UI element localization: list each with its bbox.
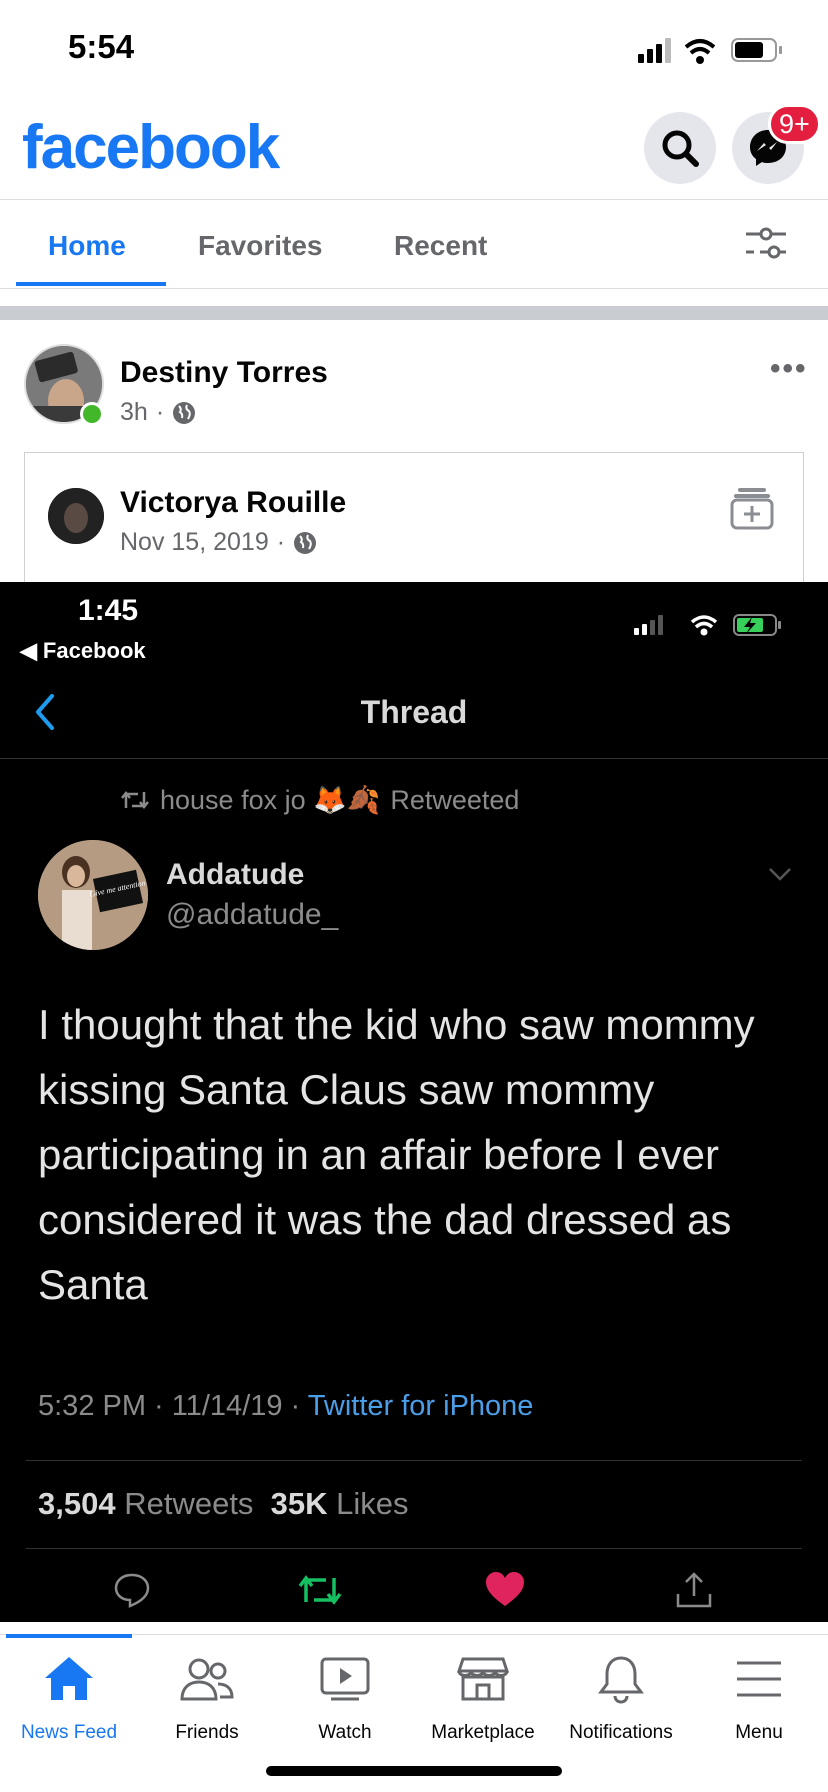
divider <box>0 758 828 759</box>
back-app-label: Facebook <box>42 638 146 663</box>
more-options-icon[interactable]: ••• <box>770 352 808 386</box>
globe-icon <box>294 531 317 554</box>
divider <box>26 1548 802 1549</box>
like-count: 35K <box>270 1486 328 1521</box>
online-status-dot <box>80 402 104 426</box>
battery-icon <box>731 38 782 62</box>
shared-avatar[interactable] <box>48 488 104 544</box>
retweet-icon <box>298 1575 342 1605</box>
retweeter-name: house fox jo 🦊🍂 <box>160 785 381 815</box>
divider <box>0 199 828 200</box>
separator-dot: · <box>276 528 286 556</box>
messenger-badge: 9+ <box>768 104 821 144</box>
retweet-icon <box>121 790 149 810</box>
tweet-text: I thought that the kid who saw mommy kis… <box>38 1001 755 1308</box>
menu-icon <box>737 1661 781 1697</box>
tweet-avatar: Give me attention <box>38 840 148 950</box>
shared-author-name[interactable]: Victorya Rouille <box>120 486 346 520</box>
watch-icon <box>320 1657 370 1701</box>
shared-post-date: Nov 15, 2019 <box>120 528 269 556</box>
add-to-collection-icon[interactable] <box>730 486 774 530</box>
tweet-stats: 3,504 Retweets 35K Likes <box>38 1486 409 1522</box>
bell-icon <box>598 1656 644 1704</box>
divider <box>26 1460 802 1461</box>
divider <box>0 288 828 289</box>
tweet-author-name: Addatude <box>166 858 305 891</box>
tab-favorites[interactable]: Favorites <box>198 230 323 262</box>
post-time: 3h <box>120 398 148 426</box>
search-button[interactable] <box>644 112 716 184</box>
retweet-count-label: Retweets <box>124 1486 254 1521</box>
nav-label: Marketplace <box>431 1722 535 1743</box>
image-status-time: 1:45 <box>78 594 139 627</box>
active-nav-indicator <box>6 1634 132 1638</box>
nav-label: Menu <box>735 1722 783 1743</box>
tab-home[interactable]: Home <box>48 230 126 262</box>
status-time: 5:54 <box>68 28 135 65</box>
nav-label: News Feed <box>20 1722 118 1743</box>
post-meta: 3h · <box>120 398 196 427</box>
retweeted-label: Retweeted <box>390 784 520 815</box>
facebook-logo[interactable]: facebook <box>22 112 280 183</box>
shared-post-meta: Nov 15, 2019 · <box>120 528 317 557</box>
wifi-icon <box>684 39 716 64</box>
tweet-author-handle: @addatude_ <box>166 898 339 931</box>
post-image[interactable]: 1:45 ◀ Facebook Thread house fox jo 🦊🍂 R… <box>0 582 828 1622</box>
feed-separator <box>0 306 828 320</box>
filter-icon[interactable] <box>744 226 788 262</box>
nav-news-feed[interactable]: News Feed <box>0 1650 138 1744</box>
nav-watch[interactable]: Watch <box>276 1650 414 1744</box>
search-icon <box>662 130 699 167</box>
status-icons <box>638 38 782 64</box>
poster-name[interactable]: Destiny Torres <box>120 356 328 390</box>
nav-label: Friends <box>175 1722 239 1743</box>
tab-recent[interactable]: Recent <box>394 230 487 262</box>
nav-notifications[interactable]: Notifications <box>552 1650 690 1744</box>
friends-icon <box>180 1658 234 1701</box>
active-tab-indicator <box>16 282 166 286</box>
nav-label: Notifications <box>569 1722 673 1743</box>
retweeted-by-row: house fox jo 🦊🍂 Retweeted <box>120 784 519 816</box>
image-status-icons <box>634 614 781 636</box>
marketplace-icon <box>457 1657 509 1701</box>
like-count-label: Likes <box>336 1486 409 1521</box>
thread-title: Thread <box>360 694 468 730</box>
back-to-app-link: ◀ Facebook <box>20 638 146 664</box>
globe-icon <box>173 401 196 424</box>
heart-icon <box>486 1572 524 1606</box>
home-indicator <box>266 1766 562 1776</box>
signal-icon <box>638 38 671 63</box>
home-icon <box>45 1657 93 1700</box>
nav-friends[interactable]: Friends <box>138 1650 276 1744</box>
back-triangle-icon: ◀ <box>20 638 37 663</box>
share-icon <box>676 1572 712 1608</box>
tweet-timestamp: 5:32 PM · 11/14/19 · Twitter for iPhone <box>38 1390 533 1423</box>
nav-menu[interactable]: Menu <box>690 1650 828 1744</box>
tweet-time: 5:32 PM · 11/14/19 · <box>38 1390 308 1422</box>
tweet-source: Twitter for iPhone <box>307 1390 534 1422</box>
nav-marketplace[interactable]: Marketplace <box>414 1650 552 1744</box>
retweet-count: 3,504 <box>38 1486 116 1521</box>
reply-icon <box>114 1573 150 1608</box>
nav-label: Watch <box>318 1722 372 1743</box>
separator-dot: · <box>155 398 165 426</box>
chevron-down-icon <box>769 868 791 881</box>
